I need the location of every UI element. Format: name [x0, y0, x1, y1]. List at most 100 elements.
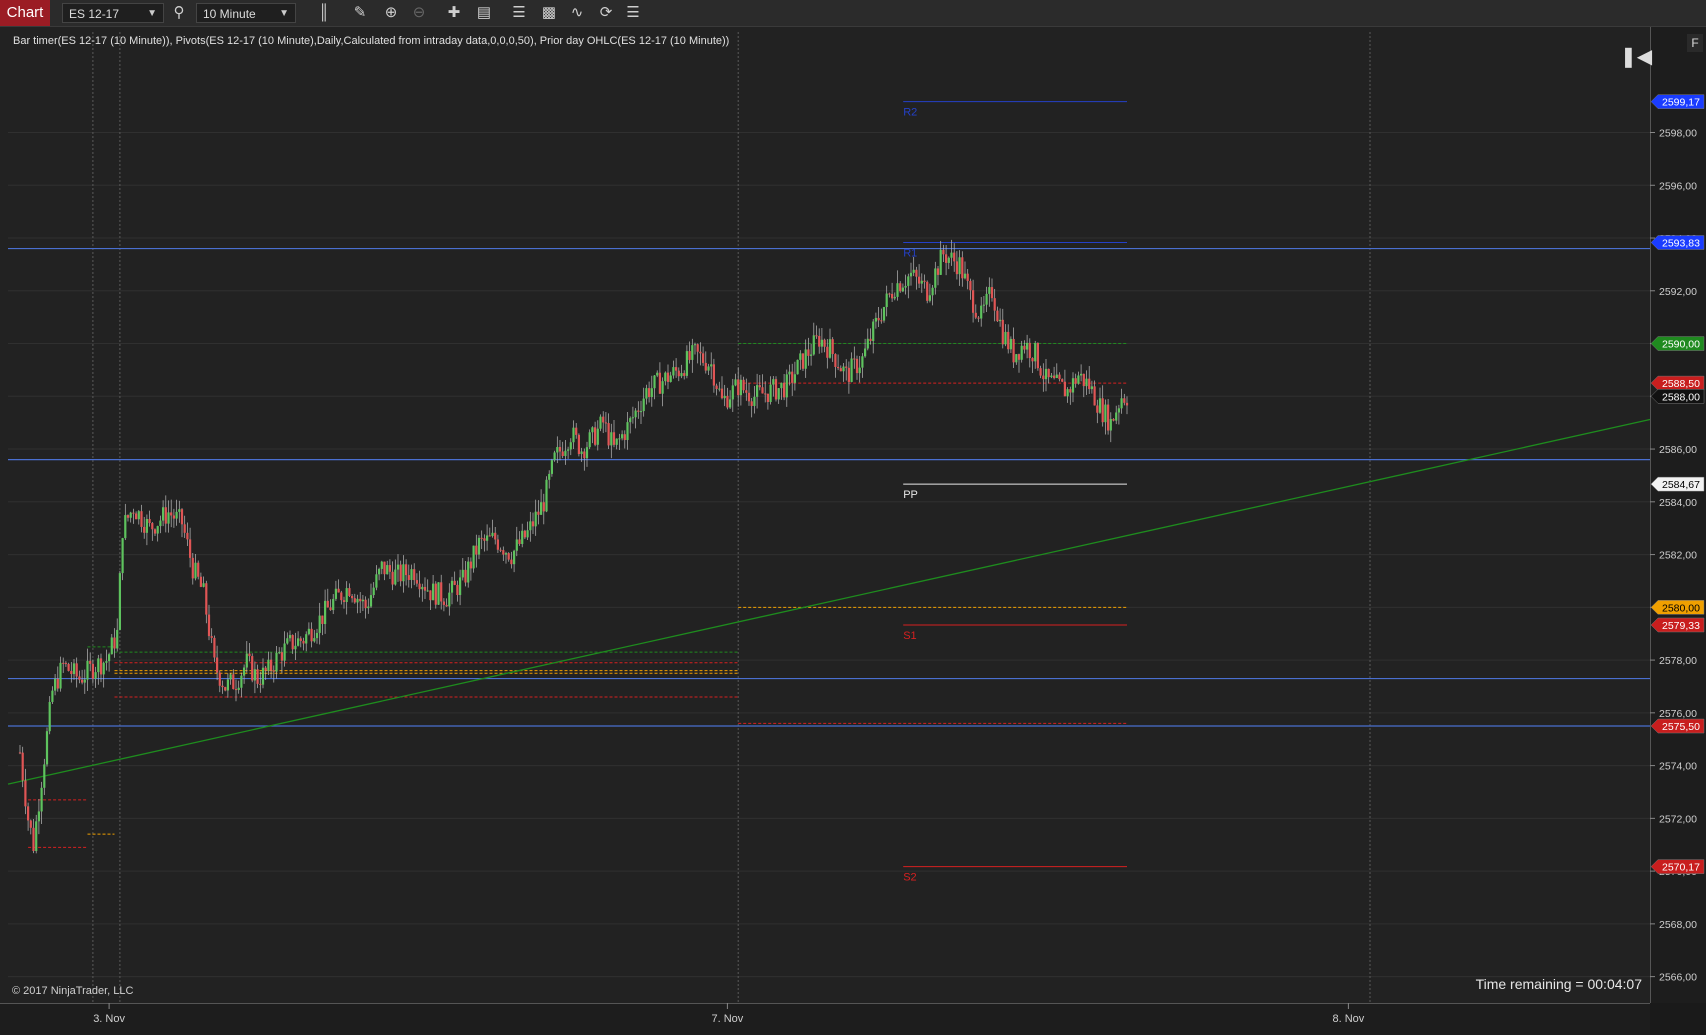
candle-body	[1096, 405, 1099, 413]
candle-body	[413, 569, 416, 581]
candle-body	[67, 663, 70, 671]
candle-body	[459, 577, 462, 596]
candle-body	[837, 366, 840, 369]
candle-body	[558, 447, 562, 452]
candle-body	[842, 366, 845, 372]
candle-body	[669, 375, 672, 382]
candle-body	[545, 479, 548, 512]
candle-body	[866, 338, 869, 349]
indicator-label: Bar timer(ES 12-17 (10 Minute)), Pivots(…	[13, 35, 730, 47]
candle-body	[980, 305, 983, 319]
candle-body	[81, 679, 84, 683]
f-button[interactable]: F	[1687, 34, 1703, 52]
candle-body	[729, 399, 732, 408]
candle-body	[340, 592, 343, 601]
candle-body	[853, 358, 856, 360]
candle-body	[199, 576, 202, 587]
candle-body	[680, 373, 683, 377]
candle-body	[1085, 378, 1088, 387]
candle-body	[523, 530, 526, 538]
candle-body	[129, 512, 132, 518]
candle-body	[148, 519, 151, 524]
candle-body	[577, 434, 580, 455]
candle-body	[753, 396, 756, 406]
candle-body	[537, 511, 540, 515]
candle-body	[170, 512, 173, 516]
candle-body	[502, 550, 505, 555]
candle-body	[1125, 402, 1129, 406]
candle-body	[521, 530, 524, 544]
candle-body	[75, 663, 78, 677]
candle-body	[332, 598, 335, 611]
candle-body	[359, 598, 362, 602]
candle-body	[567, 449, 570, 451]
candle-body	[442, 601, 445, 605]
candle-body	[310, 628, 313, 642]
candle-body	[961, 257, 964, 279]
candle-body	[380, 561, 383, 569]
candle-body	[675, 367, 678, 371]
candle-body	[747, 392, 751, 402]
candle-body	[947, 257, 950, 263]
candle-body	[369, 595, 373, 607]
candle-body	[105, 661, 108, 663]
price-marker-label: 2590,00	[1662, 339, 1700, 351]
candle-body	[847, 367, 850, 382]
candle-body	[777, 388, 780, 400]
candle-body	[348, 588, 351, 596]
candle-body	[1009, 338, 1012, 350]
candle-body	[116, 629, 119, 649]
candle-body	[648, 388, 651, 398]
candle-body	[102, 662, 105, 675]
candle-body	[118, 573, 121, 630]
candle-body	[305, 634, 308, 644]
scroll-to-start-icon[interactable]: ❚◀	[1620, 44, 1652, 68]
candle-body	[1061, 379, 1064, 382]
candle-body	[626, 422, 629, 441]
candle-body	[629, 418, 632, 423]
candle-body	[985, 293, 988, 305]
candle-body	[718, 388, 721, 390]
candle-body	[483, 538, 486, 541]
candle-body	[761, 387, 764, 394]
candle-body	[126, 515, 130, 518]
candle-body	[464, 569, 467, 583]
candle-body	[429, 590, 432, 601]
candle-body	[972, 290, 975, 313]
candle-body	[531, 521, 535, 527]
candle-body	[1028, 342, 1031, 359]
candle-body	[167, 512, 170, 524]
candle-body	[113, 637, 116, 649]
candle-body	[826, 346, 829, 358]
candle-body	[180, 509, 184, 525]
candle-body	[569, 442, 572, 450]
candle-body	[1004, 331, 1007, 345]
candle-body	[334, 588, 337, 599]
candle-body	[996, 310, 999, 322]
candle-body	[691, 345, 694, 360]
candle-body	[745, 390, 748, 393]
candle-body	[402, 564, 405, 582]
candle-body	[928, 295, 931, 301]
candle-body	[1039, 368, 1042, 376]
candle-body	[243, 667, 246, 676]
candle-body	[467, 561, 470, 583]
candle-body	[216, 657, 219, 673]
y-tick-label: 2574,00	[1659, 761, 1697, 773]
candle-body	[685, 351, 688, 376]
candle-body	[901, 287, 904, 292]
candle-body	[140, 511, 143, 527]
candle-body	[858, 367, 861, 374]
candle-body	[750, 401, 753, 406]
candle-body	[421, 586, 424, 590]
candle-body	[548, 473, 551, 480]
candle-body	[939, 249, 942, 275]
candle-body	[183, 524, 186, 533]
candle-body	[1066, 389, 1069, 397]
candle-body	[345, 588, 348, 603]
price-marker-label: 2580,00	[1662, 602, 1700, 614]
candle-body	[450, 580, 454, 593]
candle-body	[229, 674, 232, 680]
candle-body	[926, 281, 929, 301]
candle-body	[874, 317, 877, 322]
